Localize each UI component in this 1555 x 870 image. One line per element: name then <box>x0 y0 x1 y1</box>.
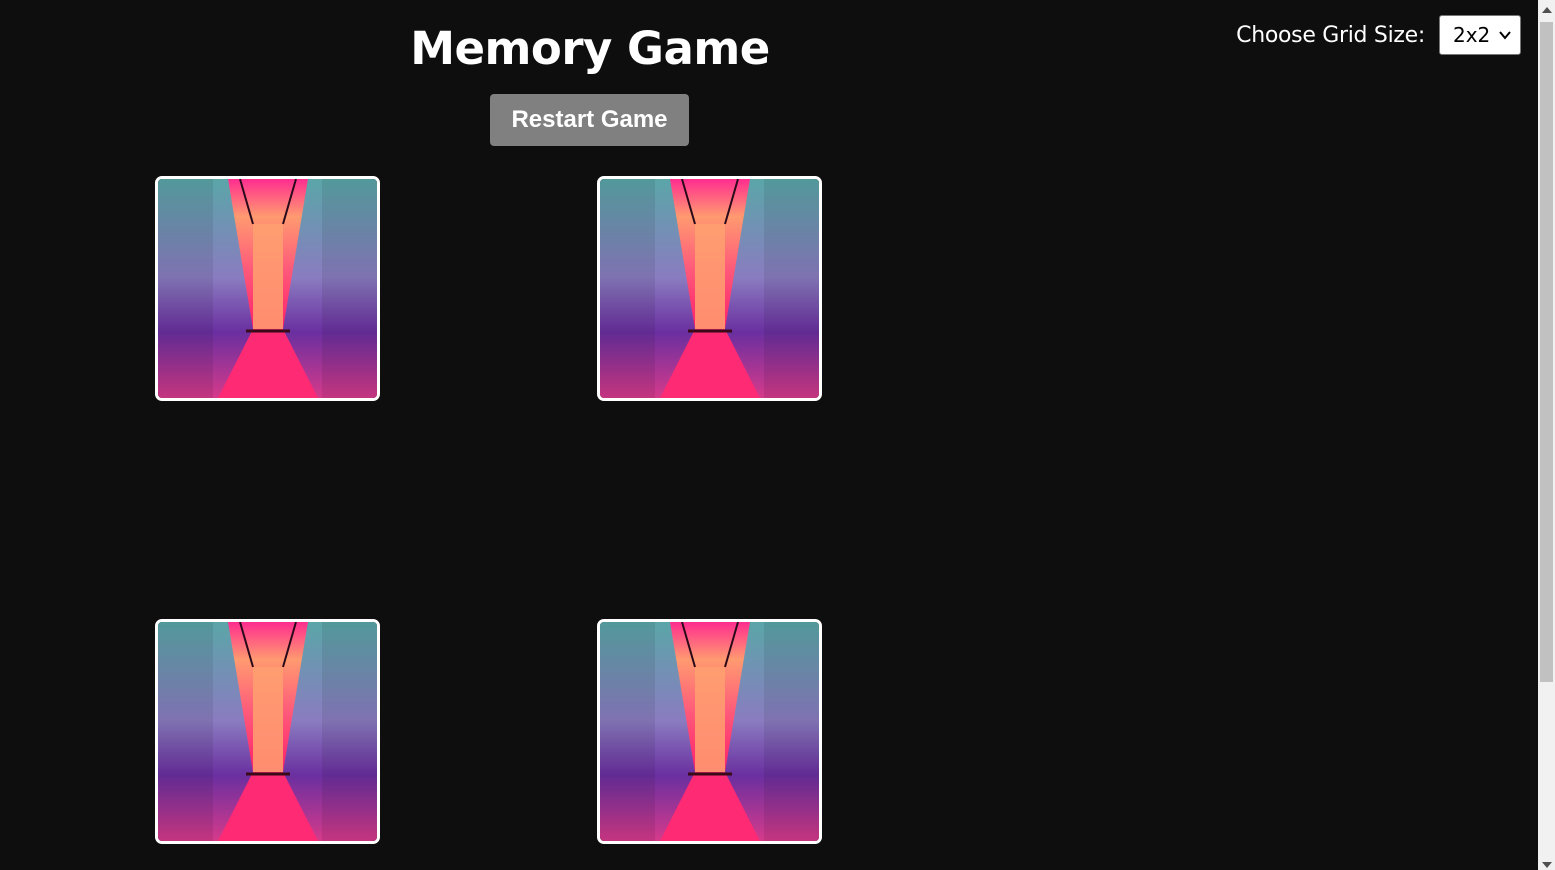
grid-size-selected-value: 2x2 <box>1453 23 1491 47</box>
grid-size-label: Choose Grid Size: <box>1236 22 1425 48</box>
scroll-up-icon[interactable] <box>1542 7 1552 13</box>
neon-hallway-image <box>158 622 377 841</box>
neon-hallway-image <box>600 179 819 398</box>
neon-hallway-image <box>600 622 819 841</box>
memory-card[interactable] <box>155 619 380 844</box>
grid-size-control: Choose Grid Size: 2x2 <box>1236 15 1521 55</box>
vertical-scrollbar[interactable] <box>1538 0 1555 870</box>
memory-card[interactable] <box>155 176 380 401</box>
scroll-thumb[interactable] <box>1540 22 1553 682</box>
grid-size-select[interactable]: 2x2 <box>1439 15 1521 55</box>
chevron-down-icon <box>1499 31 1511 40</box>
page-title: Memory Game <box>410 22 770 75</box>
page: Choose Grid Size: 2x2 Memory Game Restar… <box>0 0 1538 870</box>
memory-card[interactable] <box>597 619 822 844</box>
neon-hallway-image <box>158 179 377 398</box>
restart-game-button[interactable]: Restart Game <box>490 94 689 146</box>
memory-card[interactable] <box>597 176 822 401</box>
scroll-down-icon[interactable] <box>1542 862 1552 868</box>
